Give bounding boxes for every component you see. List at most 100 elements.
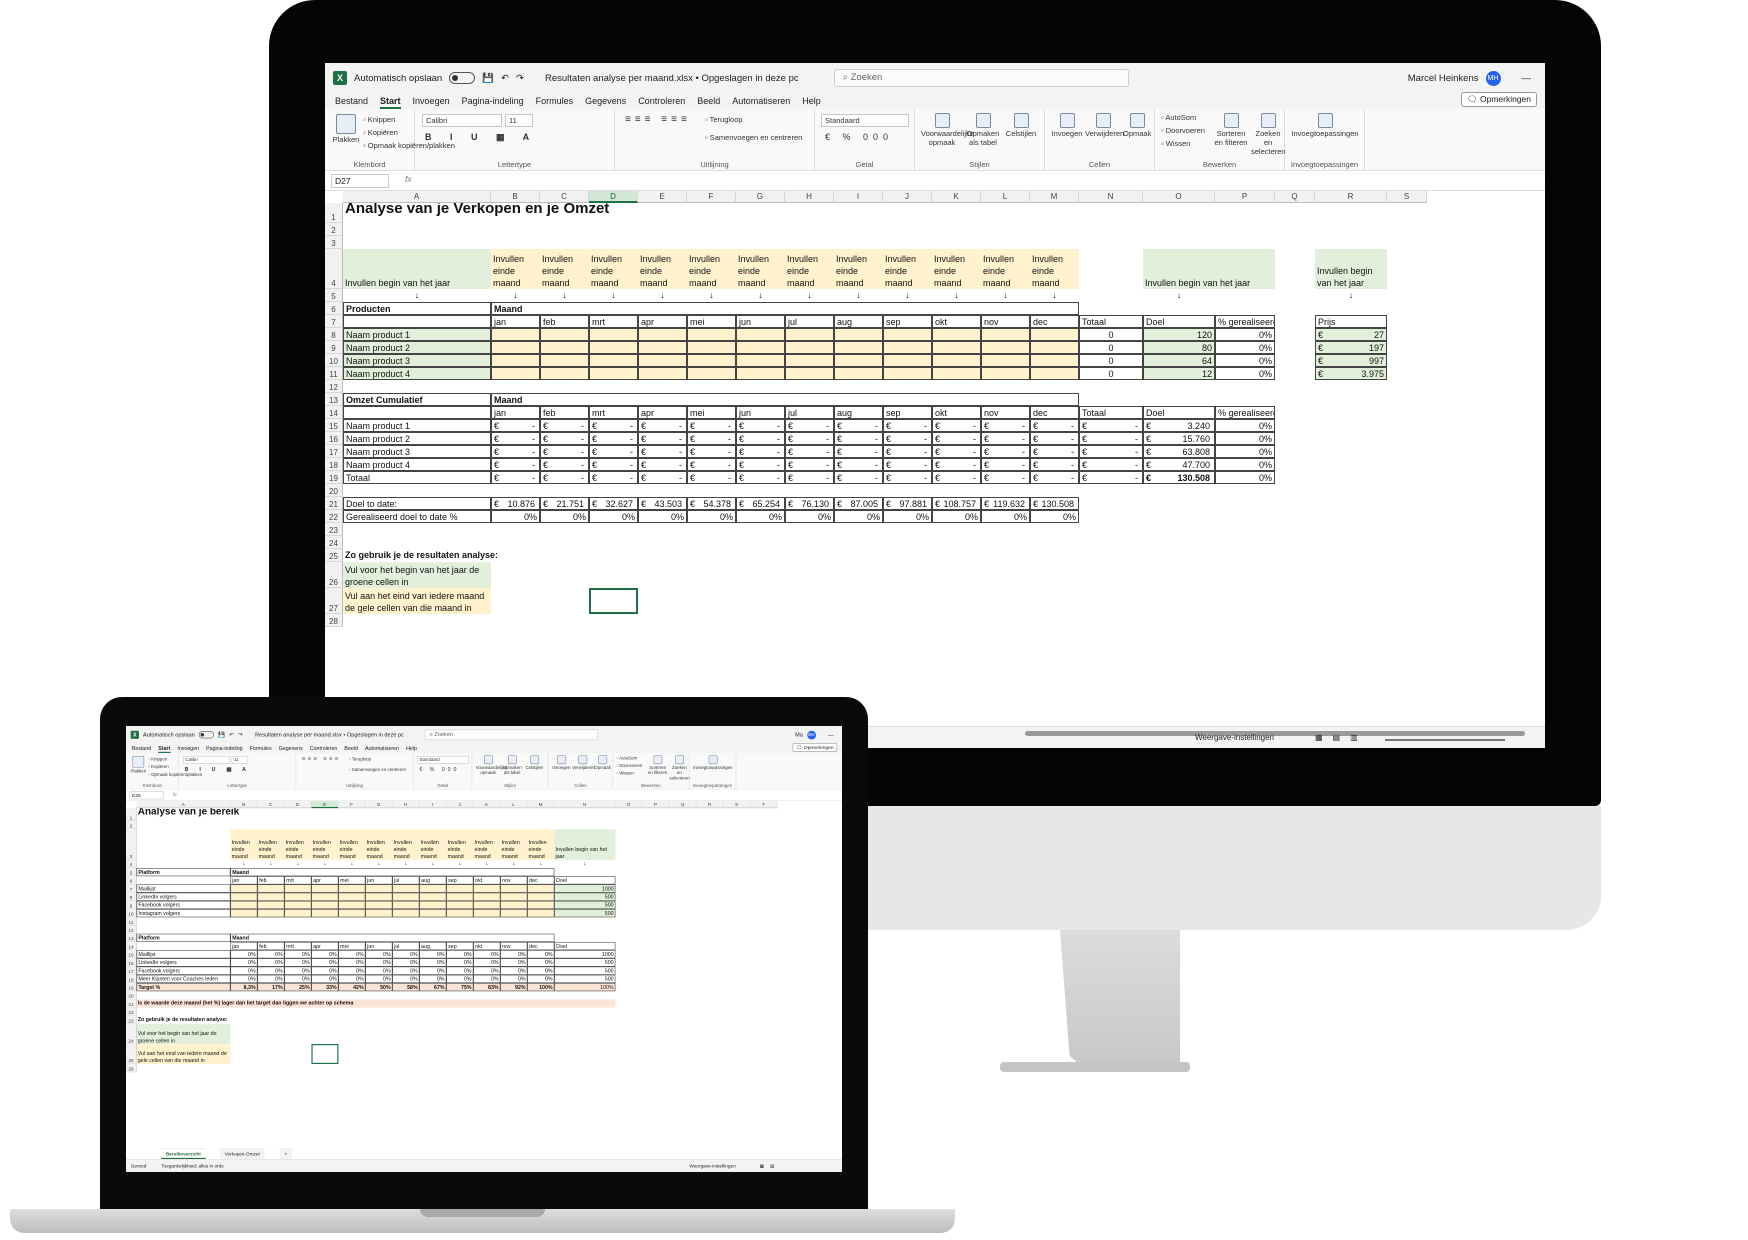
currency-cell[interactable]: €43.503 [638, 497, 687, 510]
tab-beeld[interactable]: Beeld [344, 744, 358, 753]
product-goal[interactable]: 120 [1143, 328, 1215, 341]
currency-cell[interactable]: € - [883, 458, 932, 471]
number-format-select[interactable]: Standaard [417, 755, 469, 764]
currency-cell[interactable]: € - [1079, 458, 1143, 471]
tab-gegevens[interactable]: Gegevens [279, 744, 303, 753]
row-header-14[interactable]: 14 [126, 941, 137, 951]
font-size-select[interactable]: 11 [231, 755, 249, 764]
month-input-cell[interactable] [473, 892, 501, 901]
row-header-9[interactable]: 9 [126, 900, 137, 910]
row-header-6[interactable]: 6 [126, 876, 137, 885]
row-header-19[interactable]: 19 [325, 471, 343, 484]
currency-cell[interactable]: €21.751 [540, 497, 589, 510]
column-header-E[interactable]: E [311, 801, 339, 809]
arrow-icon[interactable]: ↓ [230, 860, 257, 868]
redo-icon[interactable]: ↷ [238, 732, 243, 738]
view-icons[interactable]: ▦▤ [760, 1160, 781, 1172]
currency-cell[interactable]: € - [883, 471, 932, 484]
column-header-K[interactable]: K [932, 191, 981, 203]
goal-header[interactable]: Doel [1143, 406, 1215, 419]
pct-value[interactable]: 0% [419, 966, 447, 975]
gerealiseerd-value[interactable]: 0% [638, 510, 687, 523]
avatar[interactable]: MH [1485, 70, 1501, 86]
paste-button[interactable]: Plakken [130, 755, 148, 774]
format-painter-button[interactable]: ▫ Opmaak kopiëren/plakken [148, 772, 202, 777]
fill-end-note[interactable]: Invullen einde maand [491, 249, 540, 289]
month-label[interactable]: nov [981, 406, 1030, 419]
total-header[interactable]: Totaal [1079, 315, 1143, 328]
product-name[interactable]: Naam product 3 [343, 354, 491, 367]
row-header-6[interactable]: 6 [325, 302, 343, 315]
currency-cell[interactable]: € - [834, 471, 883, 484]
pct-value[interactable]: 0% [473, 950, 501, 959]
tab-controleren[interactable]: Controleren [638, 93, 685, 109]
month-input-cell[interactable] [491, 328, 540, 341]
month-input-cell[interactable] [338, 884, 366, 893]
pct-value[interactable]: 0% [311, 966, 339, 975]
product-price[interactable]: €197 [1315, 341, 1387, 354]
currency-cell[interactable]: €119.632 [981, 497, 1030, 510]
month-input-cell[interactable] [230, 892, 258, 901]
doel-to-date-label[interactable]: Doel to date: [343, 497, 491, 510]
month-input-cell[interactable] [491, 367, 540, 380]
column-header-I[interactable]: I [834, 191, 883, 203]
gerealiseerd-value[interactable]: 0% [540, 510, 589, 523]
month-input-cell[interactable] [446, 892, 474, 901]
currency-cell[interactable]: €54.378 [687, 497, 736, 510]
currency-cell[interactable]: € - [736, 458, 785, 471]
arrow-icon[interactable]: ↓ [785, 289, 834, 302]
currency-cell[interactable]: € - [736, 419, 785, 432]
tab-beeld[interactable]: Beeld [697, 93, 720, 109]
currency-cell[interactable]: € - [834, 419, 883, 432]
row-header-22[interactable]: 22 [126, 1007, 137, 1016]
howto-green[interactable]: Vul voor het begin van het jaar de groen… [343, 562, 491, 588]
font-size-select[interactable]: 11 [505, 114, 533, 127]
currency-cell[interactable]: € - [540, 445, 589, 458]
comments-button[interactable]: 🗨 Opmerkingen [792, 743, 838, 752]
month-input-cell[interactable] [311, 900, 339, 910]
month-label[interactable]: dec [527, 941, 555, 951]
column-header-P[interactable]: P [642, 801, 670, 809]
target-value[interactable]: 83% [473, 983, 501, 992]
month-input-cell[interactable] [446, 884, 474, 893]
pct-value[interactable]: 0% [419, 974, 447, 984]
column-header-R[interactable]: R [696, 801, 724, 809]
currency-cell[interactable]: € - [932, 432, 981, 445]
month-input-cell[interactable] [932, 367, 981, 380]
month-input-cell[interactable] [638, 328, 687, 341]
row-header-18[interactable]: 18 [126, 974, 137, 984]
pct-value[interactable]: 0% [338, 958, 366, 967]
wrap-text-button[interactable]: ▫ Terugloop [705, 115, 743, 124]
month-input-cell[interactable] [365, 900, 393, 910]
column-header-J[interactable]: J [883, 191, 932, 203]
currency-cell[interactable]: € - [932, 445, 981, 458]
arrow-icon[interactable]: ↓ [1143, 289, 1215, 302]
arrow-icon[interactable]: ↓ [589, 289, 638, 302]
pct-value[interactable]: 0% [473, 966, 501, 975]
arrow-icon[interactable]: ↓ [834, 289, 883, 302]
fill-end-note[interactable]: Invullen einde maand [419, 829, 447, 860]
currency-cell[interactable]: € - [1030, 419, 1079, 432]
platform-name[interactable]: Facebook volgers [136, 900, 231, 910]
month-label[interactable]: sep [446, 941, 474, 951]
pct-value[interactable]: 0% [257, 966, 285, 975]
arrow-icon[interactable]: ↓ [311, 860, 338, 868]
row-header-12[interactable]: 12 [126, 925, 137, 934]
currency-cell[interactable]: € - [883, 432, 932, 445]
currency-cell[interactable]: € - [785, 419, 834, 432]
gerealiseerd-value[interactable]: 0% [687, 510, 736, 523]
currency-cell[interactable]: €63.808 [1143, 445, 1215, 458]
month-label[interactable]: mrt [589, 315, 638, 328]
month-input-cell[interactable] [419, 909, 447, 918]
arrow-icon[interactable]: ↓ [1030, 289, 1079, 302]
product-name[interactable]: Naam product 1 [343, 328, 491, 341]
fill-end-note[interactable]: Invullen einde maand [540, 249, 589, 289]
gerealiseerd-label[interactable]: Gerealiseerd doel to date % [343, 510, 491, 523]
pct-value[interactable]: 0% [230, 974, 258, 984]
name-box[interactable]: D27 [331, 174, 389, 188]
pct-value[interactable]: 0% [284, 966, 312, 975]
omzet-pct[interactable]: 0% [1215, 445, 1275, 458]
fill-end-note[interactable]: Invullen einde maand [736, 249, 785, 289]
sheet-tab-bereikoverzicht[interactable]: Bereikoverzicht [161, 1148, 206, 1160]
product-total[interactable]: 0 [1079, 341, 1143, 354]
